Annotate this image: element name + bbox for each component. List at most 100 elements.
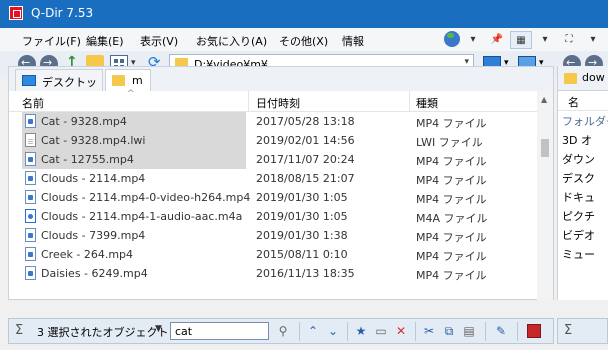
menu-edit[interactable]: 編集(E) — [86, 33, 124, 49]
column-divider[interactable] — [248, 91, 249, 111]
file-type: M4A ファイル — [416, 212, 488, 225]
column-divider[interactable] — [409, 91, 410, 111]
left-file-pane: デスクトップ m ^ 名前 日付時刻 種類 Cat - 9328.mp4 2017… — [8, 66, 554, 301]
video-file-icon — [25, 228, 36, 242]
group-header: フォルダー — [562, 115, 608, 128]
name-cell[interactable]: Clouds - 2114.mp4 — [22, 169, 246, 188]
table-row[interactable]: Clouds - 2114.mp4-1-audio-aac.m4a 2019/01… — [9, 207, 537, 226]
table-row[interactable]: Daisies - 6249.mp4 2016/11/13 18:35 MP4 ファ… — [9, 264, 537, 283]
tab-strip: dow — [558, 66, 608, 91]
file-name: Cat - 9328.mp4 — [41, 115, 127, 128]
next-icon[interactable]: ⌄ — [325, 324, 341, 338]
list-item[interactable]: ダウン — [562, 151, 595, 167]
column-header-name[interactable]: 名 — [568, 94, 579, 110]
copy-icon[interactable]: ⧉ — [441, 324, 457, 339]
file-type: MP4 ファイル — [416, 269, 487, 282]
globe-icon[interactable] — [444, 31, 460, 47]
column-header-row: ^ 名前 日付時刻 種類 — [9, 89, 537, 112]
filter-input[interactable] — [170, 322, 269, 340]
tab-desktop[interactable]: デスクトップ — [15, 69, 103, 105]
menu-info[interactable]: 情報 — [342, 33, 364, 49]
rename-icon[interactable]: ▭ — [373, 324, 389, 338]
table-row[interactable]: Clouds - 7399.mp4 2019/01/30 1:38 MP4 ファイル — [9, 226, 537, 245]
scroll-up-icon[interactable]: ▲ — [541, 95, 547, 104]
pin-icon[interactable]: 📌 — [486, 31, 508, 49]
name-cell[interactable]: Cat - 9328.mp4 — [22, 112, 246, 131]
cut-icon[interactable]: ✂ — [421, 324, 437, 338]
menu-favorites[interactable]: お気に入り(A) — [196, 33, 267, 49]
file-date: 2015/08/11 0:10 — [256, 248, 348, 261]
scrollbar-thumb[interactable] — [541, 139, 549, 157]
list-item[interactable]: ピクチ — [562, 208, 595, 224]
menu-extras[interactable]: その他(X) — [279, 33, 328, 49]
file-name: Cat - 9328.mp4.lwi — [41, 134, 146, 147]
list-item[interactable]: 3D オ — [562, 132, 592, 148]
column-header-date[interactable]: 日付時刻 — [256, 95, 300, 111]
file-date: 2018/08/15 21:07 — [256, 172, 355, 185]
table-row[interactable]: Creek - 264.mp4 2015/08/11 0:10 MP4 ファイル — [9, 245, 537, 264]
list-item[interactable]: デスク — [562, 170, 595, 186]
fullscreen-icon[interactable]: ⛶ — [558, 31, 580, 49]
name-cell[interactable]: Daisies - 6249.mp4 — [22, 264, 246, 283]
sum-icon[interactable]: Σ — [15, 323, 23, 338]
vertical-scrollbar[interactable]: ▲ — [537, 91, 553, 301]
list-item[interactable]: ミュー — [562, 246, 595, 262]
edit-icon[interactable]: ✎ — [493, 324, 509, 338]
divider — [415, 322, 416, 341]
favorites-star-icon[interactable]: ★ — [353, 324, 369, 338]
file-type: MP4 ファイル — [416, 174, 487, 187]
table-row[interactable]: Cat - 9328.mp4 2017/05/28 13:18 MP4 ファイル — [9, 112, 537, 131]
app-icon[interactable] — [9, 6, 23, 20]
file-name: Clouds - 2114.mp4-0-video-h264.mp4 — [41, 191, 251, 204]
layout-dropdown-icon[interactable]: ▾ — [534, 31, 556, 49]
table-row[interactable]: Cat - 12755.mp4 2017/11/07 20:24 MP4 ファイル — [9, 150, 537, 169]
divider — [517, 322, 518, 341]
table-row[interactable]: Cat - 9328.mp4.lwi 2019/02/01 14:56 LWI ファ… — [9, 131, 537, 150]
file-type: LWI ファイル — [416, 136, 483, 149]
selection-dropdown-icon[interactable]: ▼ — [155, 324, 162, 334]
binoculars-icon[interactable]: ⚲ — [275, 324, 291, 338]
video-file-icon — [25, 171, 36, 185]
menu-file[interactable]: ファイル(F) — [22, 33, 81, 49]
name-cell[interactable]: Creek - 264.mp4 — [22, 245, 246, 264]
name-cell[interactable]: Cat - 9328.mp4.lwi — [22, 131, 246, 150]
table-row[interactable]: Clouds - 2114.mp4 2018/08/15 21:07 MP4 ファイ… — [9, 169, 537, 188]
tab-label[interactable]: dow — [582, 71, 605, 84]
file-date: 2019/02/01 14:56 — [256, 134, 355, 147]
desktop-icon — [22, 75, 36, 86]
column-header-type[interactable]: 種類 — [416, 95, 438, 111]
file-date: 2019/01/30 1:05 — [256, 210, 348, 223]
options-icon[interactable]: ▾ — [582, 31, 604, 49]
table-row[interactable]: Clouds - 2114.mp4-0-video-h264.mp4 2019/0… — [9, 188, 537, 207]
paste-icon[interactable]: ▤ — [461, 324, 477, 338]
layout-icon[interactable]: ▦ — [510, 31, 532, 49]
status-toolbar: Σ 3 選択されたオブジェクト ▼ ⚲ ⌃ ⌄ ★ ▭ ✕ ✂ ⧉ ▤ ✎ — [8, 318, 554, 344]
video-file-icon — [25, 190, 36, 204]
name-cell[interactable]: Clouds - 2114.mp4-1-audio-aac.m4a — [22, 207, 246, 226]
name-cell[interactable]: Clouds - 7399.mp4 — [22, 226, 246, 245]
selection-count: 3 選択されたオブジェクト — [37, 326, 169, 339]
close-pane-icon[interactable] — [527, 324, 541, 338]
menu-view[interactable]: 表示(V) — [140, 33, 178, 49]
delete-icon[interactable]: ✕ — [393, 324, 409, 338]
window-title: Q-Dir 7.53 — [31, 6, 94, 20]
file-name: Clouds - 2114.mp4-1-audio-aac.m4a — [41, 210, 243, 223]
sum-icon[interactable]: Σ — [564, 323, 572, 338]
file-name: Daisies - 6249.mp4 — [41, 267, 148, 280]
dropdown-icon[interactable]: ▾ — [462, 31, 484, 49]
folder-icon — [564, 73, 577, 84]
previous-icon[interactable]: ⌃ — [305, 324, 321, 338]
file-type: MP4 ファイル — [416, 155, 487, 168]
list-item[interactable]: ドキュ — [562, 189, 595, 205]
file-date: 2017/05/28 13:18 — [256, 115, 355, 128]
list-item[interactable]: ビデオ — [562, 227, 595, 243]
folder-icon — [112, 75, 125, 86]
title-bar[interactable]: Q-Dir 7.53 — [0, 0, 608, 28]
video-file-icon — [25, 152, 36, 166]
name-cell[interactable]: Clouds - 2114.mp4-0-video-h264.mp4 — [22, 188, 250, 207]
file-list: Cat - 9328.mp4 2017/05/28 13:18 MP4 ファイル Ca… — [9, 111, 537, 301]
name-cell[interactable]: Cat - 12755.mp4 — [22, 150, 246, 169]
status-toolbar-right: Σ — [557, 318, 608, 344]
file-name: Clouds - 2114.mp4 — [41, 172, 146, 185]
column-header-name[interactable]: 名前 — [22, 95, 44, 111]
